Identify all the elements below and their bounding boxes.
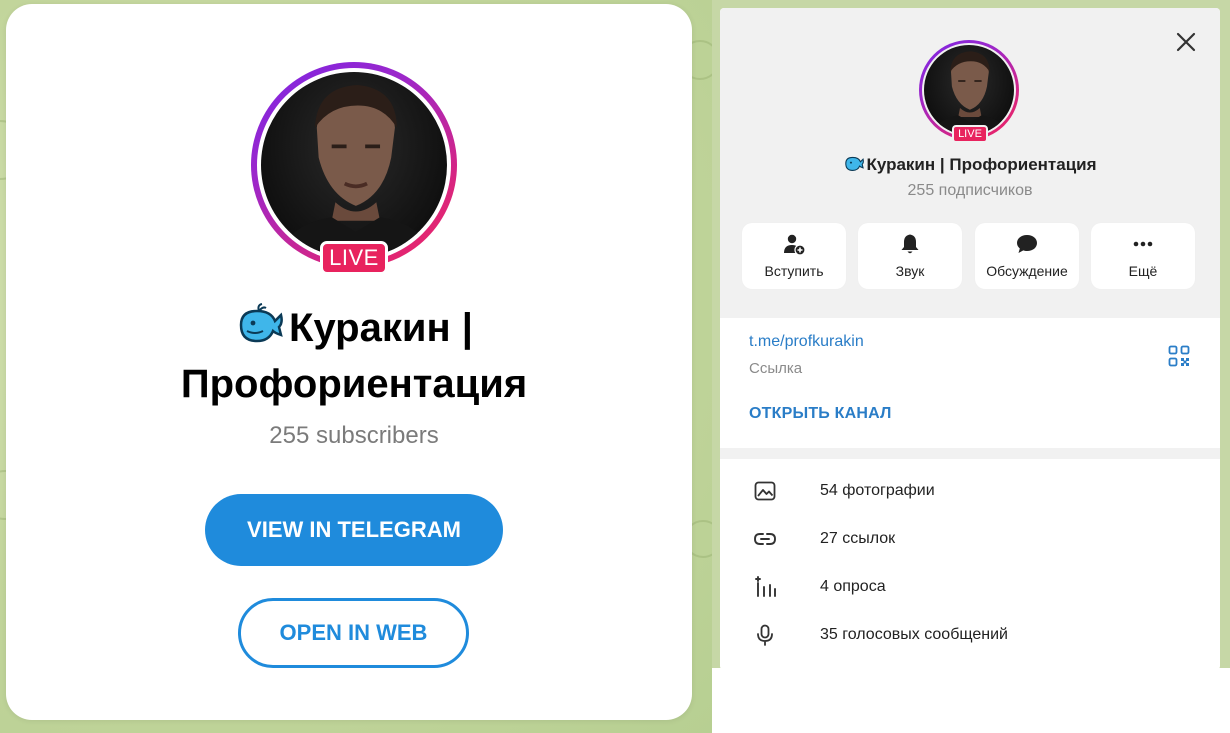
channel-preview-card: LIVE Куракин | Профориентация 255 subscr… bbox=[6, 4, 692, 720]
whale-icon bbox=[843, 154, 865, 173]
subscriber-count: 255 subscribers bbox=[269, 422, 439, 449]
sound-button[interactable]: Звук bbox=[858, 223, 962, 289]
join-label: Вступить bbox=[764, 263, 824, 279]
avatar-photo bbox=[261, 72, 447, 258]
add-user-icon bbox=[784, 234, 806, 256]
section-divider bbox=[720, 448, 1220, 459]
close-icon[interactable] bbox=[1174, 30, 1198, 54]
media-photos-row[interactable]: 54 фотографии bbox=[720, 471, 1220, 511]
more-label: Ещё bbox=[1128, 263, 1158, 279]
media-voice-label: 35 голосовых сообщений bbox=[820, 626, 1008, 643]
media-links-row[interactable]: 27 ссылок bbox=[720, 519, 1220, 559]
poll-icon bbox=[755, 576, 776, 597]
photo-icon bbox=[754, 481, 776, 501]
microphone-icon bbox=[757, 624, 773, 646]
media-polls-label: 4 опроса bbox=[820, 578, 886, 595]
media-polls-row[interactable]: 4 опроса bbox=[720, 567, 1220, 607]
media-photos-label: 54 фотографии bbox=[820, 482, 935, 499]
profile-header: LIVE Куракин | Профориентация 255 подпис… bbox=[720, 8, 1220, 318]
qr-code-icon[interactable] bbox=[1168, 345, 1190, 367]
discussion-label: Обсуждение bbox=[986, 263, 1068, 279]
channel-title: Куракин | Профориентация bbox=[106, 300, 602, 412]
more-dots-icon bbox=[1133, 241, 1153, 247]
open-in-web-button[interactable]: OPEN IN WEB bbox=[238, 598, 469, 668]
subscriber-count: 255 подписчиков bbox=[907, 182, 1033, 199]
link-icon bbox=[754, 533, 776, 545]
live-badge: LIVE bbox=[320, 241, 388, 275]
discussion-button[interactable]: Обсуждение bbox=[975, 223, 1079, 289]
more-button[interactable]: Ещё bbox=[1091, 223, 1195, 289]
channel-link[interactable]: t.me/profkurakin bbox=[749, 333, 864, 351]
app-background: LIVE Куракин | Профориентация 255 подпис… bbox=[712, 0, 1230, 668]
join-button[interactable]: Вступить bbox=[742, 223, 846, 289]
link-caption: Ссылка bbox=[749, 360, 803, 377]
bell-icon bbox=[901, 234, 919, 254]
open-channel-link[interactable]: ОТКРЫТЬ КАНАЛ bbox=[749, 405, 892, 423]
media-voice-row[interactable]: 35 голосовых сообщений bbox=[720, 615, 1220, 655]
chat-background: LIVE Куракин | Профориентация 255 subscr… bbox=[0, 0, 712, 733]
live-badge: LIVE bbox=[952, 125, 988, 143]
avatar-photo bbox=[924, 45, 1014, 135]
view-in-telegram-button[interactable]: VIEW IN TELEGRAM bbox=[205, 494, 503, 566]
chat-bubble-icon bbox=[1017, 235, 1037, 253]
channel-avatar[interactable] bbox=[251, 62, 457, 268]
channel-title: Куракин | Профориентация bbox=[720, 154, 1220, 175]
whale-icon bbox=[235, 303, 285, 347]
sound-label: Звук bbox=[895, 263, 925, 279]
channel-info-panel: LIVE Куракин | Профориентация 255 подпис… bbox=[720, 8, 1220, 668]
media-links-label: 27 ссылок bbox=[820, 530, 896, 547]
